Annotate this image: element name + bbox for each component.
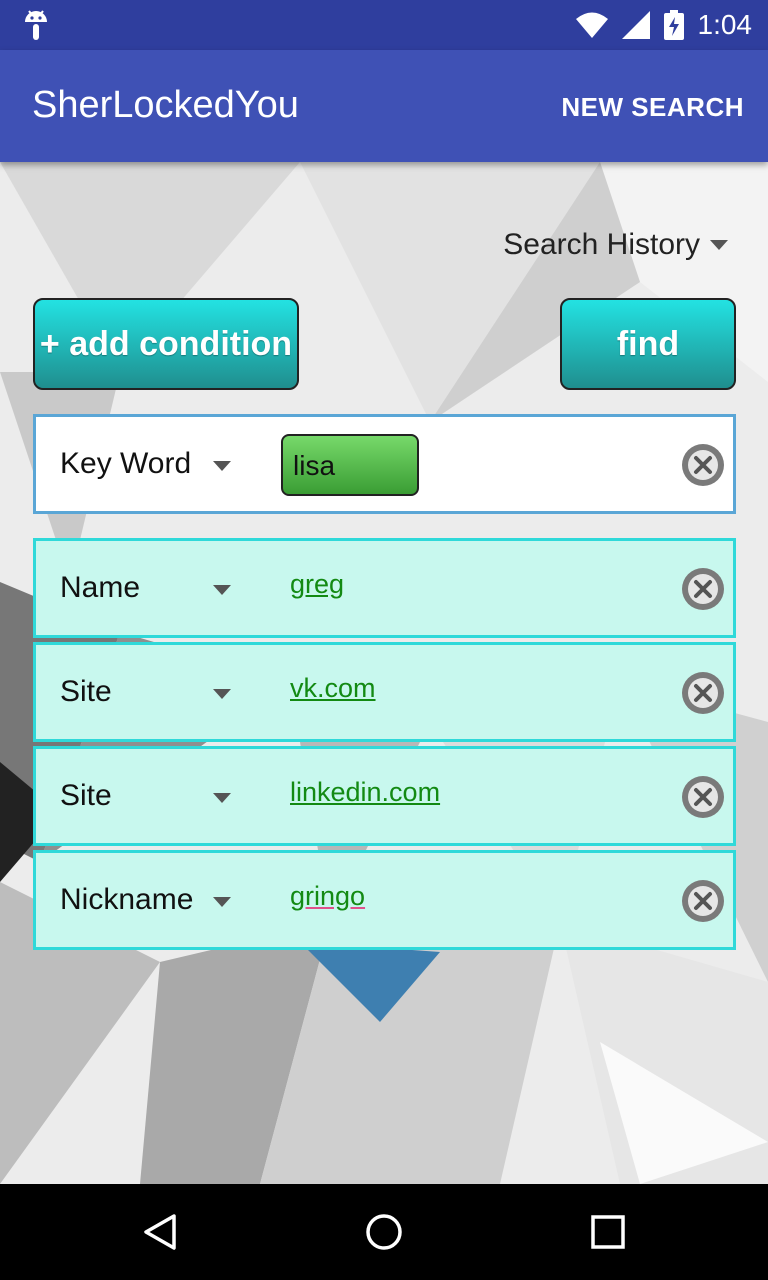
remove-condition-icon[interactable] bbox=[681, 775, 725, 819]
condition-value-input[interactable]: greg bbox=[290, 569, 344, 600]
add-condition-button[interactable]: + add condition bbox=[33, 298, 299, 390]
dropdown-arrow-icon bbox=[710, 240, 728, 250]
condition-row-site: Site vk.com bbox=[33, 642, 736, 742]
home-icon[interactable] bbox=[364, 1212, 404, 1252]
new-search-button[interactable]: NEW SEARCH bbox=[561, 92, 744, 123]
condition-value-input[interactable]: vk.com bbox=[290, 673, 376, 704]
main-content: Search History + add condition find Key … bbox=[0, 162, 768, 1184]
back-icon[interactable] bbox=[140, 1212, 180, 1252]
condition-field-label: Name bbox=[60, 571, 141, 604]
condition-row-name: Name greg bbox=[33, 538, 736, 638]
status-time: 1:04 bbox=[697, 9, 753, 40]
condition-value-input[interactable]: gringo bbox=[290, 881, 365, 912]
condition-value-input[interactable]: linkedin.com bbox=[290, 777, 440, 808]
android-icon bbox=[25, 10, 47, 40]
condition-row-keyword: Key Word lisa bbox=[33, 414, 736, 514]
remove-condition-icon[interactable] bbox=[681, 671, 725, 715]
condition-row-site: Site linkedin.com bbox=[33, 746, 736, 846]
condition-field-label: Site bbox=[60, 779, 112, 812]
remove-condition-icon[interactable] bbox=[681, 567, 725, 611]
condition-field-label: Site bbox=[60, 675, 112, 708]
search-history-label: Search History bbox=[503, 228, 700, 261]
condition-field-label: Nickname bbox=[60, 883, 194, 916]
field-dropdown-icon[interactable] bbox=[213, 897, 231, 907]
condition-field-label: Key Word bbox=[60, 447, 192, 480]
field-dropdown-icon[interactable] bbox=[213, 585, 231, 595]
status-bar: 1:04 bbox=[0, 0, 768, 50]
field-dropdown-icon[interactable] bbox=[213, 793, 231, 803]
remove-condition-icon[interactable] bbox=[681, 879, 725, 923]
field-dropdown-icon[interactable] bbox=[213, 689, 231, 699]
app-title: SherLockedYou bbox=[32, 84, 299, 126]
condition-row-nickname: Nickname gringo bbox=[33, 850, 736, 950]
battery-charging-icon bbox=[663, 10, 684, 40]
field-dropdown-icon[interactable] bbox=[213, 461, 231, 471]
wifi-icon bbox=[575, 12, 608, 38]
navigation-bar bbox=[0, 1184, 768, 1280]
find-button[interactable]: find bbox=[560, 298, 736, 390]
signal-icon bbox=[621, 11, 650, 39]
condition-value-input[interactable]: lisa bbox=[281, 434, 419, 496]
app-bar: SherLockedYou NEW SEARCH bbox=[0, 50, 768, 162]
remove-condition-icon[interactable] bbox=[681, 443, 725, 487]
recents-icon[interactable] bbox=[590, 1212, 626, 1252]
search-history-dropdown[interactable]: Search History bbox=[503, 228, 728, 262]
